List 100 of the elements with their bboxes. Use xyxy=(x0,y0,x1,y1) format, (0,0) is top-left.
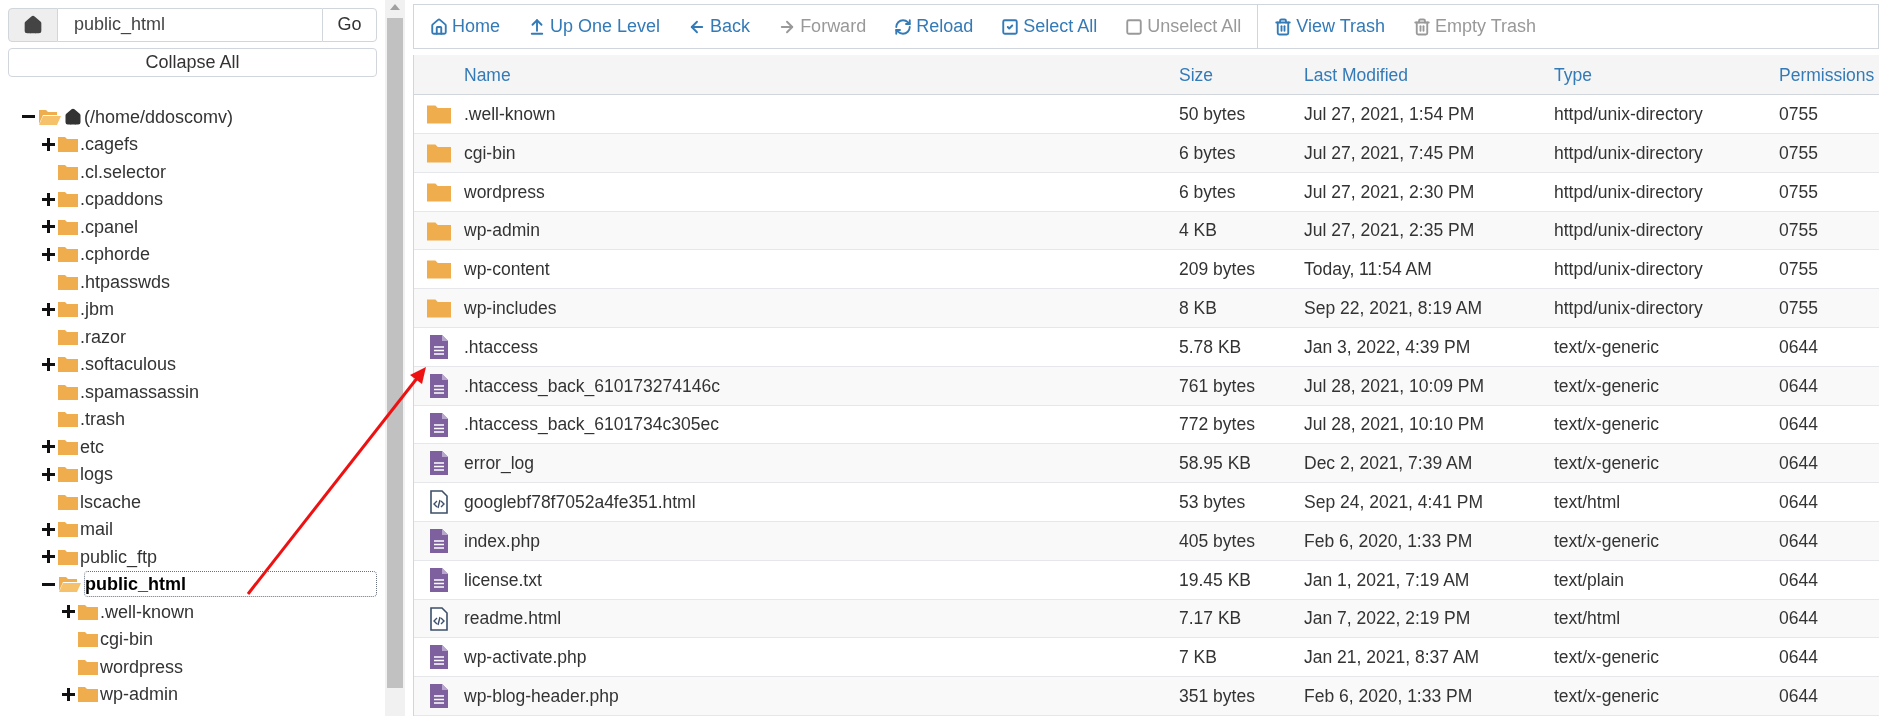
file-row[interactable]: wp-blog-header.php 351 bytes Feb 6, 2020, 1:33 PM text/x-generic 0644 xyxy=(414,677,1879,716)
toolbar-button[interactable]: Home xyxy=(430,13,500,41)
tree-item[interactable]: .htpasswds xyxy=(80,269,171,294)
tree-item[interactable]: .jbm xyxy=(80,297,114,322)
modified-date: Jul 27, 2021, 2:30 PM xyxy=(1304,180,1476,204)
tree-item[interactable]: wordpress xyxy=(100,654,184,679)
toolbar-button[interactable]: Reload xyxy=(894,13,974,41)
file-type: text/x-generic xyxy=(1554,529,1661,553)
permissions-value: 0755 xyxy=(1779,103,1819,126)
tree-item[interactable]: .razor xyxy=(80,324,126,349)
folder-icon xyxy=(427,259,451,280)
plus-icon[interactable] xyxy=(41,357,55,371)
folder-icon xyxy=(78,686,98,703)
plus-icon[interactable] xyxy=(41,220,55,234)
file-type: text/html xyxy=(1554,491,1622,514)
file-name: license.txt xyxy=(464,568,543,592)
document-icon xyxy=(430,412,448,437)
document-icon xyxy=(430,645,448,670)
checked-box-icon xyxy=(1001,17,1020,36)
tree-item[interactable]: .softaculous xyxy=(80,352,177,377)
permissions-value: 0755 xyxy=(1779,297,1819,320)
file-size: 6 bytes xyxy=(1179,141,1237,165)
toolbar-button[interactable]: View Trash xyxy=(1274,13,1385,41)
tree-item[interactable]: logs xyxy=(80,462,114,487)
plus-icon[interactable] xyxy=(41,137,55,151)
document-icon xyxy=(430,373,448,398)
modified-date: Jul 27, 2021, 1:54 PM xyxy=(1304,103,1476,126)
tree-item[interactable]: .trash xyxy=(80,407,126,432)
tree-item[interactable]: (/home/ddoscomv) xyxy=(84,104,234,129)
folder-icon xyxy=(58,383,78,400)
tree-item[interactable]: lscache xyxy=(80,489,142,514)
toolbar-button[interactable]: Back xyxy=(688,13,751,41)
file-size: 53 bytes xyxy=(1179,491,1247,514)
file-row[interactable]: index.php 405 bytes Feb 6, 2020, 1:33 PM text/x-generic 0644 xyxy=(414,522,1879,561)
plus-icon[interactable] xyxy=(41,467,55,481)
home-button[interactable] xyxy=(8,8,58,42)
plus-icon[interactable] xyxy=(61,687,75,701)
go-button[interactable]: Go xyxy=(322,8,377,42)
file-row[interactable]: .htaccess_back_610173274146c 761 bytes Jul 28, 2021, 10:09 PM text/x-generic 0644 xyxy=(414,366,1879,406)
file-row[interactable]: cgi-bin 6 bytes Jul 27, 2021, 7:45 PM httpd/unix-directory 0755 xyxy=(414,134,1879,173)
file-name: .well-known xyxy=(464,103,557,126)
tree-item[interactable]: mail xyxy=(80,517,113,542)
tree-item[interactable]: .cagefs xyxy=(80,132,139,157)
modified-date: Jan 7, 2022, 2:19 PM xyxy=(1304,607,1472,631)
plus-icon[interactable] xyxy=(41,247,55,261)
tree-item[interactable]: .cphorde xyxy=(80,242,151,267)
tree-item[interactable]: wp-admin xyxy=(100,682,179,707)
file-name: .htaccess xyxy=(464,335,539,359)
file-size: 5.78 KB xyxy=(1179,335,1243,359)
document-icon xyxy=(430,567,448,592)
tree-item[interactable]: public_ftp xyxy=(80,544,158,569)
plus-icon[interactable] xyxy=(41,522,55,536)
plus-icon[interactable] xyxy=(41,550,55,564)
permissions-value: 0644 xyxy=(1779,568,1819,592)
tree-item[interactable]: cgi-bin xyxy=(100,627,154,652)
type-column-header[interactable]: Type xyxy=(1554,61,1779,88)
file-type: httpd/unix-directory xyxy=(1554,141,1704,165)
name-column-header[interactable]: Name xyxy=(464,61,1179,88)
tree-item[interactable]: .cpanel xyxy=(80,214,139,239)
file-name: wordpress xyxy=(464,180,546,204)
file-row[interactable]: wp-includes 8 KB Sep 22, 2021, 8:19 AM httpd/unix-directory 0755 xyxy=(414,289,1879,329)
scrollbar[interactable] xyxy=(385,0,405,716)
plus-icon[interactable] xyxy=(41,440,55,454)
plus-icon[interactable] xyxy=(41,302,55,316)
tree-item[interactable]: .spamassassin xyxy=(80,379,200,404)
path-field[interactable]: public_html xyxy=(58,8,322,42)
file-row[interactable]: readme.html 7.17 KB Jan 7, 2022, 2:19 PM text/html 0644 xyxy=(414,599,1879,639)
file-row[interactable]: error_log 58.95 KB Dec 2, 2021, 7:39 AM text/x-generic 0644 xyxy=(414,444,1879,484)
toolbar-button[interactable]: Select All xyxy=(1001,13,1098,41)
folder-icon xyxy=(58,521,78,538)
modified-column-header[interactable]: Last Modified xyxy=(1304,61,1554,88)
folder-icon xyxy=(58,191,78,208)
modified-date: Feb 6, 2020, 1:33 PM xyxy=(1304,529,1474,553)
permissions-value: 0644 xyxy=(1779,646,1819,670)
file-name: .htaccess_back_610173274146c xyxy=(464,374,721,399)
permissions-column-header[interactable]: Permissions xyxy=(1779,61,1879,88)
toolbar-button[interactable]: Up One Level xyxy=(528,13,661,41)
tree-item[interactable]: .well-known xyxy=(100,599,195,624)
modified-date: Today, 11:54 AM xyxy=(1304,258,1433,282)
permissions-value: 0755 xyxy=(1779,141,1819,165)
file-type: text/x-generic xyxy=(1554,335,1661,359)
modified-date: Jan 1, 2021, 7:19 AM xyxy=(1304,568,1471,592)
file-type: httpd/unix-directory xyxy=(1554,103,1704,126)
folder-icon xyxy=(58,548,78,565)
document-icon xyxy=(430,451,448,476)
tree-item[interactable]: .cl.selector xyxy=(80,159,167,184)
plus-icon[interactable] xyxy=(61,605,75,619)
modified-date: Jul 28, 2021, 10:09 PM xyxy=(1304,374,1485,398)
scrollbar-thumb[interactable] xyxy=(387,18,403,688)
file-size: 7.17 KB xyxy=(1179,607,1243,631)
tree-item[interactable]: etc xyxy=(80,434,104,459)
folder-icon xyxy=(78,631,98,648)
size-column-header[interactable]: Size xyxy=(1179,61,1304,88)
collapse-all-button[interactable]: Collapse All xyxy=(8,47,377,77)
tree-item[interactable]: .cpaddons xyxy=(80,187,164,212)
plus-icon[interactable] xyxy=(41,192,55,206)
file-row[interactable]: wp-admin 4 KB Jul 27, 2021, 2:35 PM httpd/unix-directory 0755 xyxy=(414,211,1879,251)
file-type: httpd/unix-directory xyxy=(1554,297,1704,320)
file-type: httpd/unix-directory xyxy=(1554,180,1704,204)
code-file-icon xyxy=(430,490,448,515)
